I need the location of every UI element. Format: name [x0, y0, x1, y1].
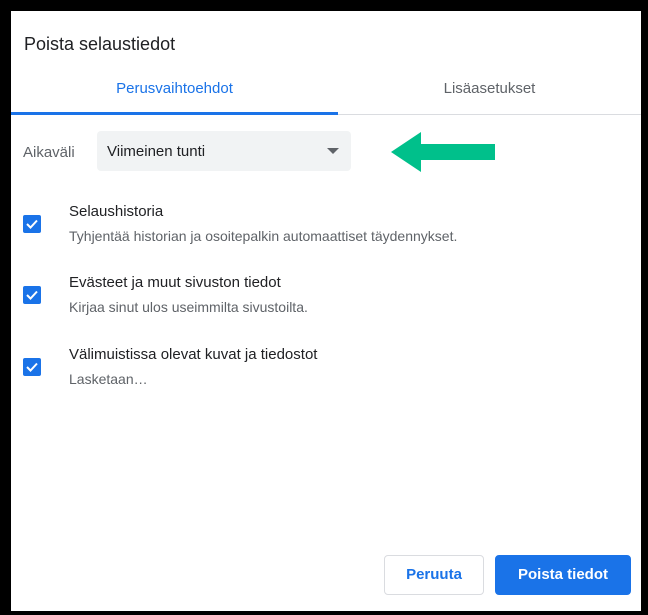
annotation-arrow-icon — [391, 132, 495, 172]
option-browsing-history: Selaushistoria Tyhjentää historian ja os… — [11, 197, 641, 257]
option-title: Välimuistissa olevat kuvat ja tiedostot — [69, 346, 318, 363]
tab-advanced[interactable]: Lisäasetukset — [338, 75, 641, 115]
checkmark-icon — [26, 290, 38, 300]
dialog-title: Poista selaustiedot — [24, 34, 176, 54]
cookies-checkbox[interactable] — [23, 286, 41, 304]
option-title: Evästeet ja muut sivuston tiedot — [69, 274, 281, 291]
option-cached-images: Välimuistissa olevat kuvat ja tiedostot … — [11, 341, 641, 401]
dropdown-caret-icon — [327, 148, 339, 154]
option-description: Lasketaan… — [69, 371, 148, 387]
clear-data-button[interactable]: Poista tiedot — [495, 555, 631, 595]
tab-bar: Perusvaihtoehdot Lisäasetukset — [11, 75, 641, 115]
tab-basic[interactable]: Perusvaihtoehdot — [11, 75, 338, 115]
option-cookies: Evästeet ja muut sivuston tiedot Kirjaa … — [11, 269, 641, 329]
arrow-shape — [391, 132, 495, 172]
browsing-history-checkbox[interactable] — [23, 215, 41, 233]
cancel-button[interactable]: Peruuta — [384, 555, 484, 595]
time-range-value: Viimeinen tunti — [107, 143, 206, 160]
cached-images-checkbox[interactable] — [23, 358, 41, 376]
option-description: Tyhjentää historian ja osoitepalkin auto… — [69, 228, 458, 244]
time-range-dropdown[interactable]: Viimeinen tunti — [97, 131, 351, 171]
clear-browsing-data-dialog: Poista selaustiedot Perusvaihtoehdot Lis… — [11, 11, 641, 611]
checkmark-icon — [26, 362, 38, 372]
option-title: Selaushistoria — [69, 203, 164, 220]
time-range-label: Aikaväli — [23, 144, 75, 161]
checkmark-icon — [26, 219, 38, 229]
option-description: Kirjaa sinut ulos useimmilta sivustoilta… — [69, 299, 308, 315]
